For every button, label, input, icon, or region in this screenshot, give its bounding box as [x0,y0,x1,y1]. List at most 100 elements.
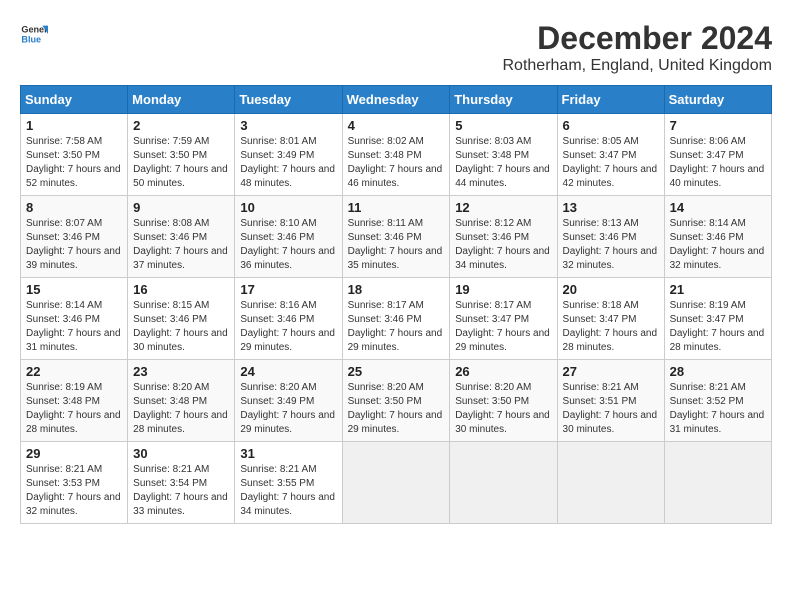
calendar-cell: 12 Sunrise: 8:12 AMSunset: 3:46 PMDayligh… [450,196,557,278]
calendar-cell: 14 Sunrise: 8:14 AMSunset: 3:46 PMDayligh… [664,196,771,278]
calendar-cell: 16Sunrise: 8:15 AMSunset: 3:46 PMDayligh… [128,278,235,360]
calendar-cell: 4 Sunrise: 8:02 AMSunset: 3:48 PMDaylight… [342,114,450,196]
calendar-cell: 31 Sunrise: 8:21 AMSunset: 3:55 PMDayligh… [235,442,342,524]
calendar-header-thursday: Thursday [450,86,557,114]
logo-icon: General Blue [20,20,48,48]
day-number: 6 [563,118,659,133]
page-title: December 2024 [503,20,773,57]
calendar-cell: 5 Sunrise: 8:03 AMSunset: 3:48 PMDaylight… [450,114,557,196]
calendar-header-row: SundayMondayTuesdayWednesdayThursdayFrid… [21,86,772,114]
calendar-cell: 29 Sunrise: 8:21 AMSunset: 3:53 PMDayligh… [21,442,128,524]
day-info: Sunrise: 8:19 AMSunset: 3:47 PMDaylight:… [670,299,766,355]
day-number: 4 [348,118,445,133]
day-info: Sunrise: 8:14 AMSunset: 3:46 PMDaylight:… [670,217,766,273]
day-info: Sunrise: 8:21 AMSunset: 3:55 PMDaylight:… [240,463,336,519]
day-info: Sunrise: 8:07 AMSunset: 3:46 PMDaylight:… [26,217,122,273]
day-number: 18 [348,282,445,297]
calendar-header-wednesday: Wednesday [342,86,450,114]
day-number: 15 [26,282,122,297]
day-number: 2 [133,118,229,133]
day-info: Sunrise: 8:02 AMSunset: 3:48 PMDaylight:… [348,135,445,191]
day-info: Sunrise: 8:21 AMSunset: 3:51 PMDaylight:… [563,381,659,437]
day-number: 28 [670,364,766,379]
day-info: Sunrise: 8:06 AMSunset: 3:47 PMDaylight:… [670,135,766,191]
page-subtitle: Rotherham, England, United Kingdom [503,57,773,75]
day-number: 20 [563,282,659,297]
day-number: 21 [670,282,766,297]
title-block: December 2024 Rotherham, England, United… [503,20,773,75]
day-number: 19 [455,282,551,297]
calendar-cell: 26Sunrise: 8:20 AMSunset: 3:50 PMDayligh… [450,360,557,442]
calendar-cell: 20 Sunrise: 8:18 AMSunset: 3:47 PMDayligh… [557,278,664,360]
day-number: 16 [133,282,229,297]
day-info: Sunrise: 8:20 AMSunset: 3:50 PMDaylight:… [348,381,445,437]
calendar-cell [664,442,771,524]
day-info: Sunrise: 8:03 AMSunset: 3:48 PMDaylight:… [455,135,551,191]
day-info: Sunrise: 8:17 AMSunset: 3:47 PMDaylight:… [455,299,551,355]
svg-text:Blue: Blue [21,34,41,44]
calendar-header-tuesday: Tuesday [235,86,342,114]
day-info: Sunrise: 8:21 AMSunset: 3:52 PMDaylight:… [670,381,766,437]
calendar-cell [557,442,664,524]
calendar-cell: 22 Sunrise: 8:19 AMSunset: 3:48 PMDayligh… [21,360,128,442]
calendar-table: SundayMondayTuesdayWednesdayThursdayFrid… [20,85,772,524]
calendar-header-monday: Monday [128,86,235,114]
calendar-cell [342,442,450,524]
day-number: 13 [563,200,659,215]
calendar-cell [450,442,557,524]
calendar-cell: 3Sunrise: 8:01 AMSunset: 3:49 PMDaylight… [235,114,342,196]
calendar-week-row: 29 Sunrise: 8:21 AMSunset: 3:53 PMDayligh… [21,442,772,524]
day-info: Sunrise: 8:18 AMSunset: 3:47 PMDaylight:… [563,299,659,355]
calendar-cell: 7 Sunrise: 8:06 AMSunset: 3:47 PMDaylight… [664,114,771,196]
calendar-header-friday: Friday [557,86,664,114]
day-info: Sunrise: 8:13 AMSunset: 3:46 PMDaylight:… [563,217,659,273]
day-info: Sunrise: 7:58 AMSunset: 3:50 PMDaylight:… [26,135,122,191]
day-info: Sunrise: 8:11 AMSunset: 3:46 PMDaylight:… [348,217,445,273]
day-number: 11 [348,200,445,215]
calendar-cell: 18 Sunrise: 8:17 AMSunset: 3:46 PMDayligh… [342,278,450,360]
day-info: Sunrise: 8:19 AMSunset: 3:48 PMDaylight:… [26,381,122,437]
day-info: Sunrise: 8:12 AMSunset: 3:46 PMDaylight:… [455,217,551,273]
day-number: 22 [26,364,122,379]
day-number: 10 [240,200,336,215]
day-number: 25 [348,364,445,379]
calendar-cell: 23 Sunrise: 8:20 AMSunset: 3:48 PMDayligh… [128,360,235,442]
day-info: Sunrise: 8:20 AMSunset: 3:48 PMDaylight:… [133,381,229,437]
calendar-cell: 25 Sunrise: 8:20 AMSunset: 3:50 PMDayligh… [342,360,450,442]
calendar-week-row: 8 Sunrise: 8:07 AMSunset: 3:46 PMDaylight… [21,196,772,278]
day-info: Sunrise: 8:20 AMSunset: 3:49 PMDaylight:… [240,381,336,437]
calendar-cell: 27 Sunrise: 8:21 AMSunset: 3:51 PMDayligh… [557,360,664,442]
calendar-cell: 17Sunrise: 8:16 AMSunset: 3:46 PMDayligh… [235,278,342,360]
calendar-header-sunday: Sunday [21,86,128,114]
calendar-cell: 30Sunrise: 8:21 AMSunset: 3:54 PMDayligh… [128,442,235,524]
day-number: 17 [240,282,336,297]
day-number: 7 [670,118,766,133]
day-number: 31 [240,446,336,461]
day-number: 5 [455,118,551,133]
logo: General Blue [20,20,48,48]
day-number: 12 [455,200,551,215]
calendar-cell: 28 Sunrise: 8:21 AMSunset: 3:52 PMDayligh… [664,360,771,442]
day-info: Sunrise: 8:17 AMSunset: 3:46 PMDaylight:… [348,299,445,355]
calendar-cell: 10 Sunrise: 8:10 AMSunset: 3:46 PMDayligh… [235,196,342,278]
day-info: Sunrise: 7:59 AMSunset: 3:50 PMDaylight:… [133,135,229,191]
calendar-cell: 1Sunrise: 7:58 AMSunset: 3:50 PMDaylight… [21,114,128,196]
calendar-cell: 24 Sunrise: 8:20 AMSunset: 3:49 PMDayligh… [235,360,342,442]
calendar-header-saturday: Saturday [664,86,771,114]
calendar-cell: 13 Sunrise: 8:13 AMSunset: 3:46 PMDayligh… [557,196,664,278]
calendar-week-row: 1Sunrise: 7:58 AMSunset: 3:50 PMDaylight… [21,114,772,196]
day-number: 29 [26,446,122,461]
calendar-cell: 9Sunrise: 8:08 AMSunset: 3:46 PMDaylight… [128,196,235,278]
day-number: 23 [133,364,229,379]
calendar-week-row: 15Sunrise: 8:14 AMSunset: 3:46 PMDayligh… [21,278,772,360]
day-number: 24 [240,364,336,379]
page-header: General Blue December 2024 Rotherham, En… [20,20,772,75]
day-number: 27 [563,364,659,379]
day-info: Sunrise: 8:20 AMSunset: 3:50 PMDaylight:… [455,381,551,437]
day-info: Sunrise: 8:05 AMSunset: 3:47 PMDaylight:… [563,135,659,191]
day-number: 14 [670,200,766,215]
day-info: Sunrise: 8:01 AMSunset: 3:49 PMDaylight:… [240,135,336,191]
day-info: Sunrise: 8:10 AMSunset: 3:46 PMDaylight:… [240,217,336,273]
day-number: 8 [26,200,122,215]
day-info: Sunrise: 8:21 AMSunset: 3:53 PMDaylight:… [26,463,122,519]
